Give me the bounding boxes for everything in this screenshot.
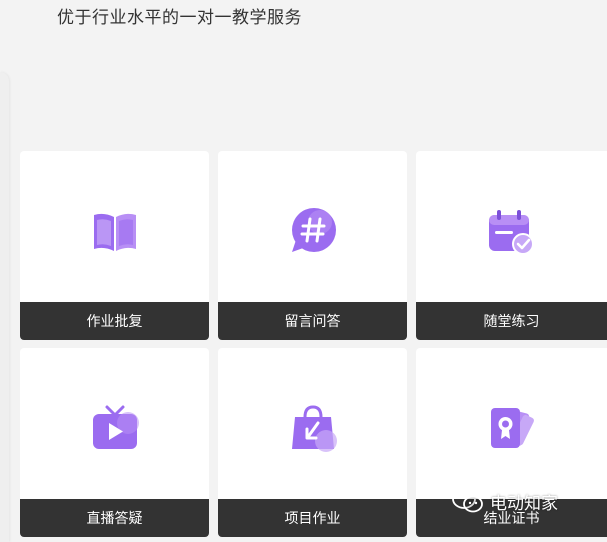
hashtag-chat-icon: [292, 208, 336, 252]
shopping-bag-arrow-icon: [292, 405, 337, 452]
feature-card-class-practice[interactable]: 随堂练习: [416, 151, 607, 340]
watermark-text: 电动知家: [490, 493, 558, 514]
feature-card-project-assignment[interactable]: 项目作业: [218, 348, 407, 537]
feature-label: 作业批复: [20, 302, 209, 340]
open-book-icon: [94, 213, 136, 251]
feature-label: 随堂练习: [416, 302, 607, 340]
calendar-check-icon: [489, 210, 534, 255]
side-panel-edge: [0, 72, 9, 542]
feature-label: 留言问答: [218, 302, 407, 340]
certificate-cards-icon: [491, 408, 534, 448]
feature-label: 项目作业: [218, 499, 407, 537]
feature-card-homework-review[interactable]: 作业批复: [20, 151, 209, 340]
feature-card-live-qa[interactable]: 直播答疑: [20, 348, 209, 537]
wechat-icon: [452, 489, 483, 513]
feature-card-message-qa[interactable]: 留言问答: [218, 151, 407, 340]
wechat-watermark: 电动知家: [452, 488, 558, 514]
tv-play-icon: [93, 405, 139, 449]
page-tagline: 优于行业水平的一对一教学服务: [57, 8, 302, 28]
feature-label: 直播答疑: [20, 499, 209, 537]
